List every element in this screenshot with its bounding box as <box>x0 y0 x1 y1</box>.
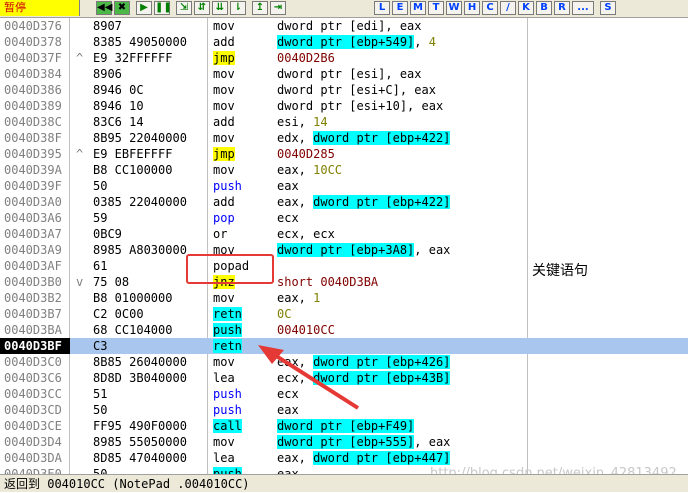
annotation-arrow <box>258 345 360 410</box>
status-bar: 返回到 004010CC (NotePad .004010CC) <box>0 474 688 492</box>
